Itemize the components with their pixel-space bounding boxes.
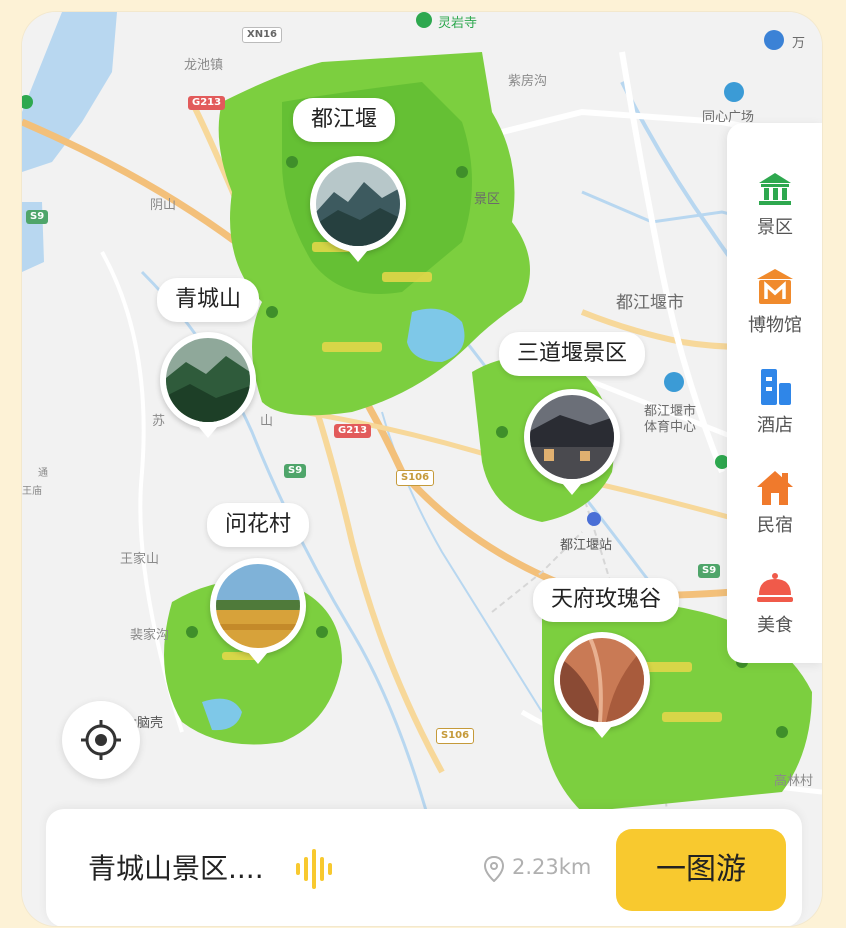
poi-marker-tianfu-rose-valley[interactable] bbox=[554, 632, 650, 728]
audio-wave-icon[interactable] bbox=[296, 849, 340, 889]
category-label-food: 美食 bbox=[757, 615, 793, 636]
road-badge-g213-top: G213 bbox=[188, 96, 226, 110]
poi-photo-sandaoyan bbox=[530, 395, 614, 479]
map-label-lingyansi: 灵岩寺 bbox=[438, 16, 478, 31]
category-label-hotel: 酒店 bbox=[757, 415, 793, 436]
category-panel: 景区 博物馆 酒店 民宿 美食 bbox=[727, 123, 822, 663]
location-pin-icon bbox=[483, 856, 505, 882]
category-homestay[interactable]: 民宿 bbox=[727, 467, 822, 557]
poi-marker-dujiangyan[interactable] bbox=[310, 156, 406, 252]
category-hotel[interactable]: 酒店 bbox=[727, 367, 822, 457]
map-label-yinshan: 阴山 bbox=[150, 198, 177, 213]
road-badge-s9-right: S9 bbox=[698, 564, 721, 578]
map-label-gaolincun: 高林村 bbox=[774, 774, 814, 789]
map-label-shan-fragment: 山 bbox=[260, 414, 274, 429]
poi-photo-wenhuacun bbox=[216, 564, 300, 648]
map-label-wan: 万 bbox=[792, 36, 806, 51]
poi-label-qingchengshan[interactable]: 青城山 bbox=[156, 278, 260, 322]
poi-photo-tianfu-rose-valley bbox=[560, 638, 644, 722]
road-badge-s9-left: S9 bbox=[26, 210, 49, 224]
road-badge-s9-mid: S9 bbox=[284, 464, 307, 478]
hotel-icon bbox=[761, 369, 791, 405]
locate-button[interactable] bbox=[62, 701, 140, 779]
poi-marker-wenhuacun[interactable] bbox=[210, 558, 306, 654]
scenic-spot-icon bbox=[759, 173, 791, 205]
map-label-dujiangyan-city: 都江堰市 bbox=[616, 293, 684, 313]
poi-label-dujiangyan[interactable]: 都江堰 bbox=[292, 98, 396, 142]
road-badge-s106-bottom: S106 bbox=[436, 728, 475, 744]
map-label-sports-center-line2: 体育中心 bbox=[644, 420, 697, 435]
poi-photo-dujiangyan bbox=[316, 162, 400, 246]
map-label-tong: 通 bbox=[38, 468, 48, 479]
category-label-museum: 博物馆 bbox=[748, 315, 802, 336]
map-label-dujiangyan-station: 都江堰站 bbox=[560, 538, 613, 553]
crosshair-icon bbox=[81, 720, 121, 760]
category-label-homestay: 民宿 bbox=[757, 515, 793, 536]
poi-label-wenhuacun[interactable]: 问花村 bbox=[206, 503, 310, 547]
one-map-tour-button[interactable]: 一图游 bbox=[616, 829, 786, 911]
road-badge-xn16: XN16 bbox=[242, 27, 282, 43]
poi-marker-qingchengshan[interactable] bbox=[160, 332, 256, 428]
map-label-longchizhen: 龙池镇 bbox=[184, 58, 224, 73]
map-label-su-fragment: 苏 bbox=[152, 414, 166, 429]
place-name[interactable]: 青城山景区.... bbox=[88, 847, 264, 887]
poi-label-tianfu-rose-valley[interactable]: 天府玫瑰谷 bbox=[532, 578, 680, 622]
food-icon bbox=[757, 573, 793, 602]
road-badge-g213-mid: G213 bbox=[334, 424, 372, 438]
map-canvas[interactable] bbox=[22, 12, 822, 926]
poi-marker-sandaoyan[interactable] bbox=[524, 389, 620, 485]
category-food[interactable]: 美食 bbox=[727, 567, 822, 657]
category-scenic-spot[interactable]: 景区 bbox=[727, 169, 822, 259]
map-label-wangjiashan: 王家山 bbox=[120, 552, 160, 567]
road-badge-s106-mid: S106 bbox=[396, 470, 435, 486]
map-label-zifangou: 紫房沟 bbox=[508, 74, 548, 89]
museum-icon bbox=[757, 269, 793, 304]
distance-text: 2.23km bbox=[512, 855, 592, 879]
poi-label-sandaoyan[interactable]: 三道堰景区 bbox=[498, 332, 646, 376]
homestay-icon bbox=[757, 471, 793, 505]
map-frame: 龙池镇 XN16 灵岩寺 紫房沟 同心广场 万 G213 阴山 S9 景区 都江… bbox=[22, 12, 822, 926]
category-label-scenic-spot: 景区 bbox=[757, 217, 793, 238]
bottom-info-card: 青城山景区.... 2.23km 一图游 bbox=[46, 809, 802, 926]
map-label-peijiagou: 裴家沟 bbox=[130, 628, 170, 643]
map-label-jingqu-fragment: 景区 bbox=[474, 192, 501, 207]
poi-photo-qingchengshan bbox=[166, 338, 250, 422]
category-museum[interactable]: 博物馆 bbox=[727, 267, 822, 357]
map-label-wangmiao: 王庙 bbox=[22, 486, 42, 497]
